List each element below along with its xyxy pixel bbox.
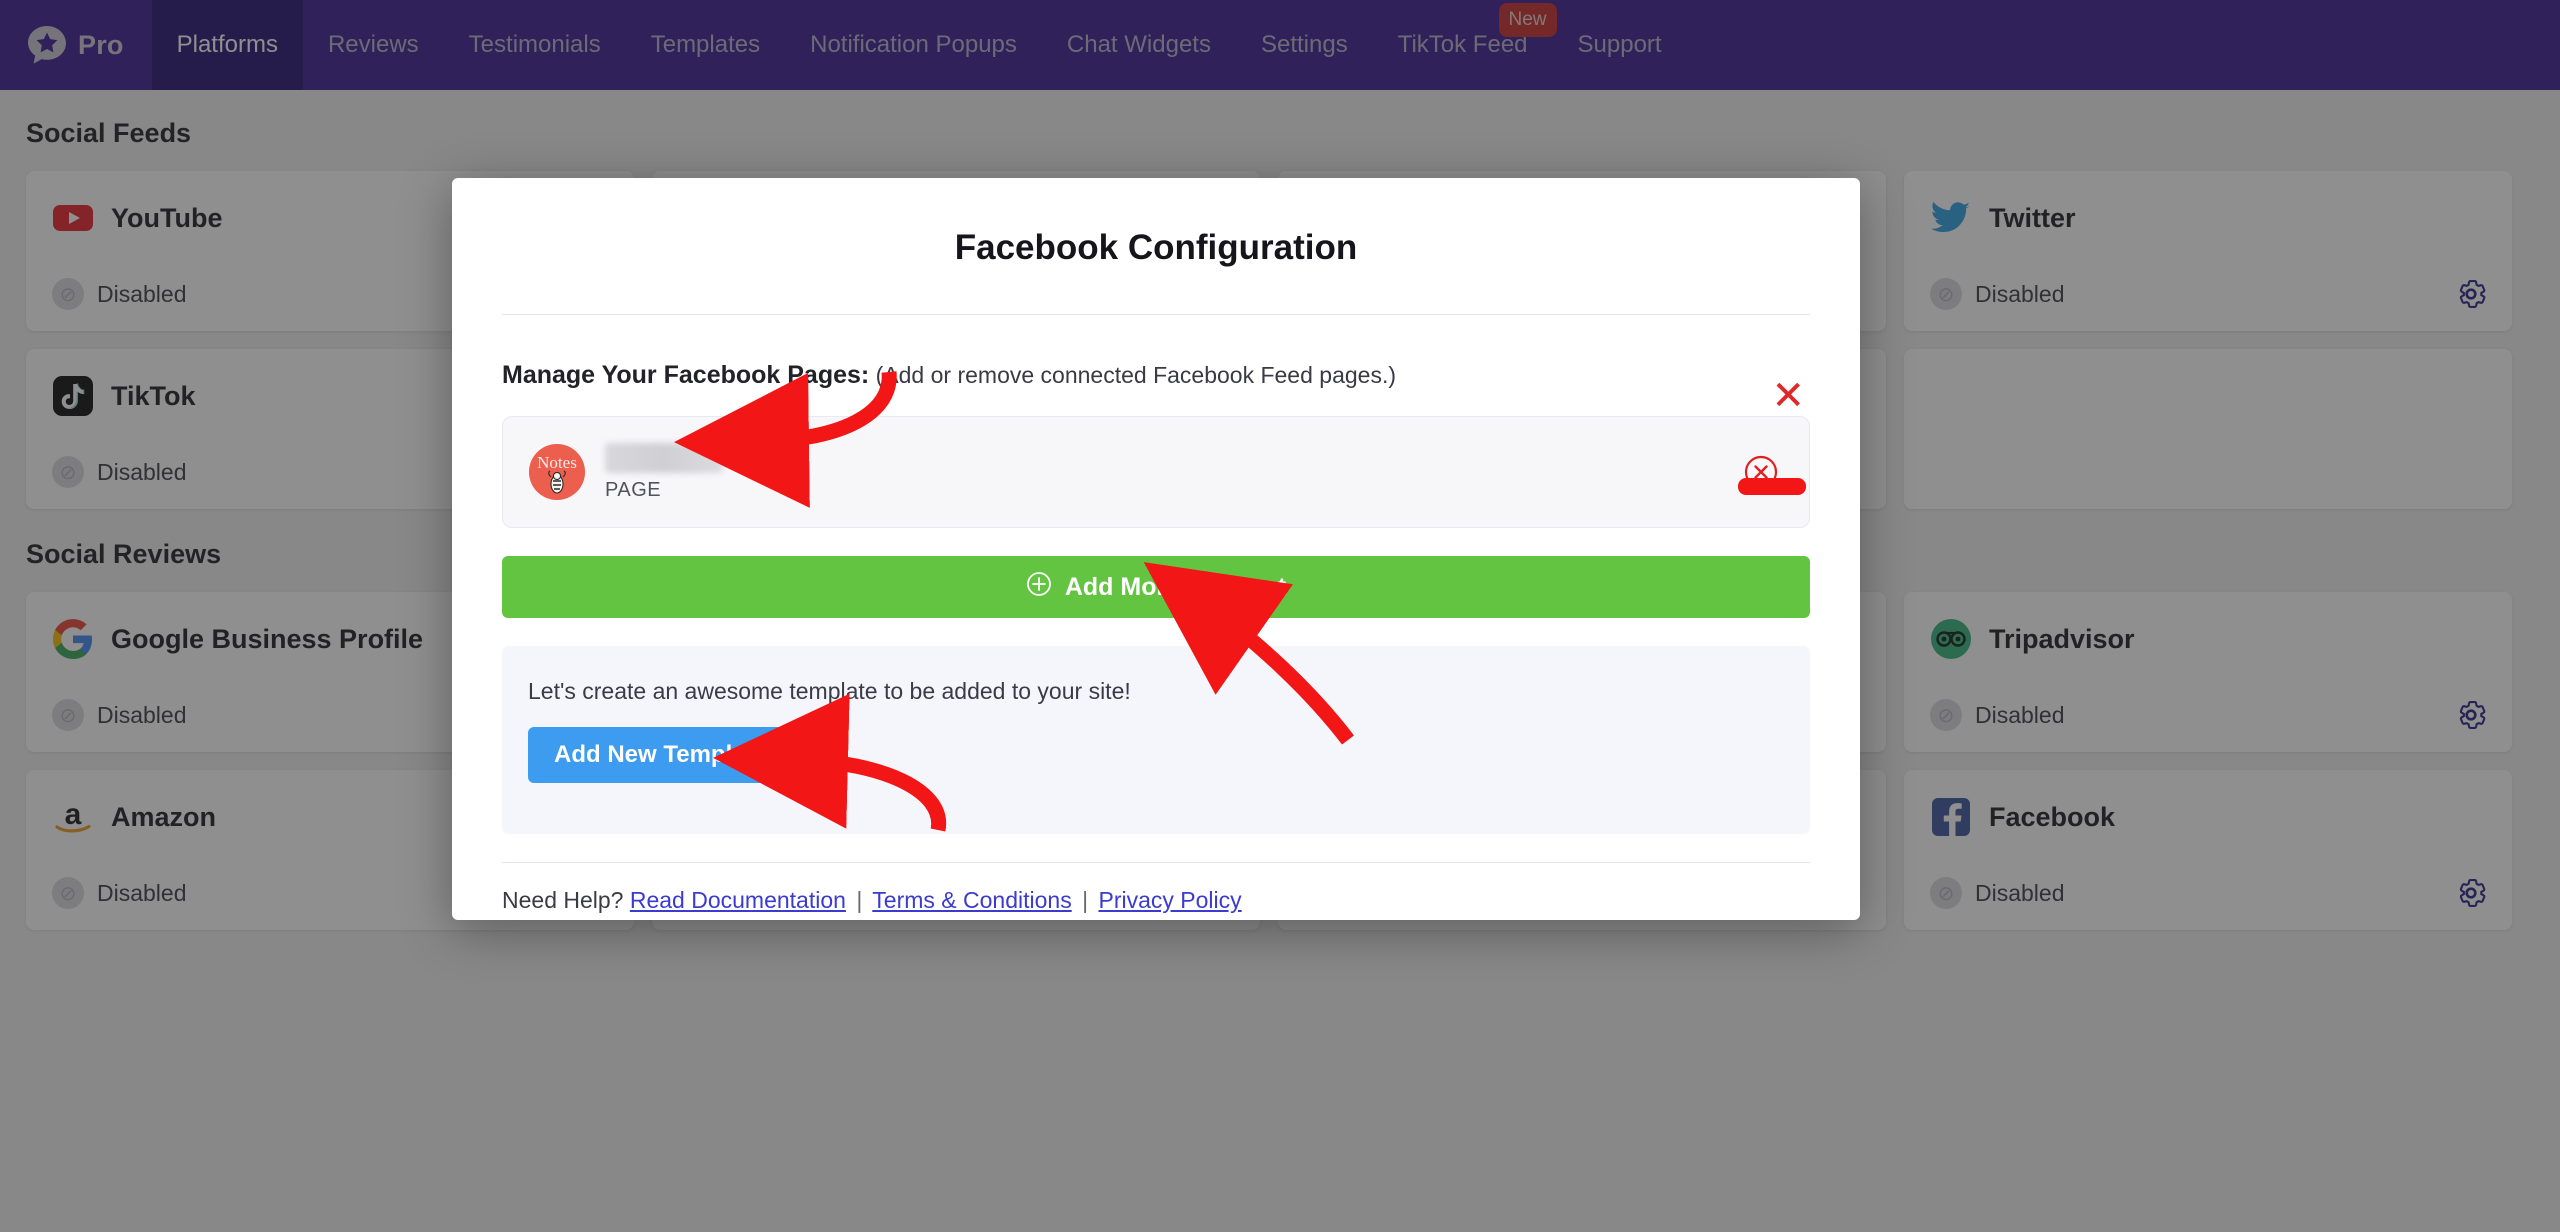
privacy-policy-link[interactable]: Privacy Policy	[1098, 887, 1241, 913]
remove-circle-x-icon[interactable]	[1741, 452, 1781, 492]
template-message: Let's create an awesome template to be a…	[528, 678, 1131, 704]
connected-page-meta: PAGE	[605, 442, 723, 502]
manage-pages-title: Manage Your Facebook Pages:	[502, 361, 870, 389]
add-new-template-button[interactable]: Add New Template	[528, 727, 793, 783]
svg-text:Notes: Notes	[537, 453, 577, 472]
modal-title: Facebook Configuration	[954, 228, 1358, 267]
manage-pages-hint: (Add or remove connected Facebook Feed p…	[875, 362, 1396, 388]
connected-page-kind: PAGE	[605, 478, 662, 501]
add-more-account-label: Add More Account	[1064, 572, 1287, 601]
footer-separator-1: |	[856, 887, 863, 913]
terms-conditions-link[interactable]: Terms & Conditions	[872, 887, 1071, 913]
add-more-account-button[interactable]: Add More Account	[502, 556, 1810, 618]
connected-page-row[interactable]: Notes PAGE	[502, 416, 1810, 528]
facebook-configuration-modal: Facebook Configuration ✕ Manage Your Fac…	[452, 178, 1860, 920]
plus-circle-icon	[1026, 571, 1052, 604]
footer-separator-2: |	[1082, 887, 1089, 913]
read-documentation-link[interactable]: Read Documentation	[630, 887, 846, 913]
template-panel: Let's create an awesome template to be a…	[502, 646, 1810, 834]
manage-pages-label: Manage Your Facebook Pages: (Add or remo…	[502, 315, 1810, 390]
close-icon[interactable]: ✕	[1771, 376, 1805, 416]
connected-page-name	[605, 442, 723, 473]
need-help-label: Need Help?	[502, 887, 624, 913]
modal-footer: Need Help? Read Documentation | Terms & …	[502, 863, 1810, 914]
bee-avatar-icon: Notes	[529, 444, 585, 500]
